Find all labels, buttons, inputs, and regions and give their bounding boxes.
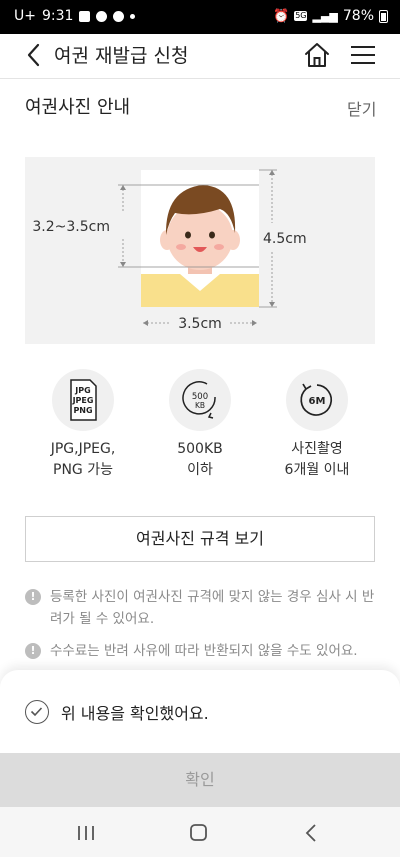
home-icon bbox=[305, 43, 329, 67]
spec-file-size: 500 KB 500KB 이하 bbox=[142, 369, 258, 481]
spec-file-format: JPG JPEG PNG JPG,JPEG, PNG 가능 bbox=[25, 369, 141, 481]
notice-item: ! 수수료는 반려 사유에 따라 반환되지 않을 수도 있어요. bbox=[25, 640, 375, 662]
svg-text:6M: 6M bbox=[309, 396, 326, 407]
battery-icon bbox=[379, 9, 388, 23]
back-nav-icon bbox=[305, 824, 316, 842]
file-format-icon: JPG JPEG PNG bbox=[52, 369, 114, 431]
recent-apps-button[interactable] bbox=[66, 821, 106, 845]
svg-text:PNG: PNG bbox=[73, 406, 92, 415]
photo-guide-panel: 3.2~3.5cm 4.5cm 3.5cm bbox=[25, 157, 375, 344]
hamburger-menu-icon bbox=[351, 46, 375, 64]
svg-text:JPG: JPG bbox=[74, 386, 90, 395]
svg-text:KB: KB bbox=[195, 401, 205, 410]
spec-photo-date: 6M 사진촬영 6개월 이내 bbox=[259, 369, 375, 481]
home-nav-icon bbox=[190, 824, 207, 841]
back-button[interactable] bbox=[20, 40, 50, 70]
spec-size-line2: 이하 bbox=[187, 462, 213, 478]
recent-apps-icon bbox=[78, 826, 94, 840]
clock: 9:31 bbox=[41, 8, 74, 24]
confirm-checkbox-label: 위 내용을 확인했어요. bbox=[61, 704, 209, 723]
chevron-left-icon bbox=[27, 43, 40, 67]
photo-height-label: 4.5cm bbox=[263, 231, 307, 247]
chat-notification-icon bbox=[113, 10, 125, 22]
status-bar: U+ 9:31 ⏰ 5G ▂▄▆ 78% bbox=[0, 0, 400, 34]
spec-format-line2: PNG 가능 bbox=[53, 462, 113, 478]
signal-icon: ▂▄▆ bbox=[312, 9, 338, 23]
section-title: 여권사진 안내 bbox=[25, 97, 131, 118]
spec-format-line1: JPG,JPEG, bbox=[50, 441, 116, 457]
svg-text:JPEG: JPEG bbox=[72, 396, 94, 405]
info-exclamation-icon: ! bbox=[25, 589, 41, 605]
more-notifications-icon bbox=[130, 13, 136, 19]
network-badge: 5G bbox=[294, 11, 308, 21]
gallery-notification-icon bbox=[79, 10, 91, 22]
file-size-icon: 500 KB bbox=[169, 369, 231, 431]
page-title: 여권 재발급 신청 bbox=[54, 45, 189, 67]
home-nav-button[interactable] bbox=[178, 821, 218, 845]
confirm-checkbox-row[interactable]: 위 내용을 확인했어요. bbox=[25, 700, 209, 724]
app-notification-icon bbox=[96, 10, 108, 22]
spec-size-line1: 500KB bbox=[177, 441, 223, 457]
spec-date-line1: 사진촬영 bbox=[291, 441, 343, 457]
carrier-label: U+ bbox=[14, 8, 36, 24]
view-photo-spec-button[interactable]: 여권사진 규격 보기 bbox=[25, 516, 375, 562]
confirm-button[interactable]: 확인 bbox=[0, 753, 400, 807]
notice-text: 등록한 사진이 여권사진 규격에 맞지 않는 경우 심사 시 반려가 될 수 있… bbox=[50, 589, 375, 627]
home-button[interactable] bbox=[302, 40, 332, 70]
face-shape bbox=[167, 204, 233, 270]
close-button[interactable]: 닫기 bbox=[347, 96, 376, 120]
check-circle-icon[interactable] bbox=[25, 700, 49, 724]
face-height-label: 3.2~3.5cm bbox=[32, 219, 110, 235]
notice-text: 수수료는 반려 사유에 따라 반환되지 않을 수도 있어요. bbox=[50, 643, 358, 659]
spec-date-line2: 6개월 이내 bbox=[284, 462, 350, 478]
notice-item: ! 등록한 사진이 여권사진 규격에 맞지 않는 경우 심사 시 반려가 될 수… bbox=[25, 586, 375, 630]
back-nav-button[interactable] bbox=[291, 821, 331, 845]
info-exclamation-icon: ! bbox=[25, 643, 41, 659]
system-nav-bar bbox=[0, 807, 400, 857]
six-months-icon: 6M bbox=[286, 369, 348, 431]
passport-photo-diagram: 3.2~3.5cm 4.5cm 3.5cm bbox=[32, 169, 307, 332]
alarm-icon: ⏰ bbox=[273, 8, 290, 24]
battery-percent: 78% bbox=[342, 8, 374, 24]
menu-button[interactable] bbox=[348, 40, 378, 70]
photo-width-label: 3.5cm bbox=[178, 316, 222, 332]
app-header: 여권 재발급 신청 bbox=[0, 34, 400, 79]
